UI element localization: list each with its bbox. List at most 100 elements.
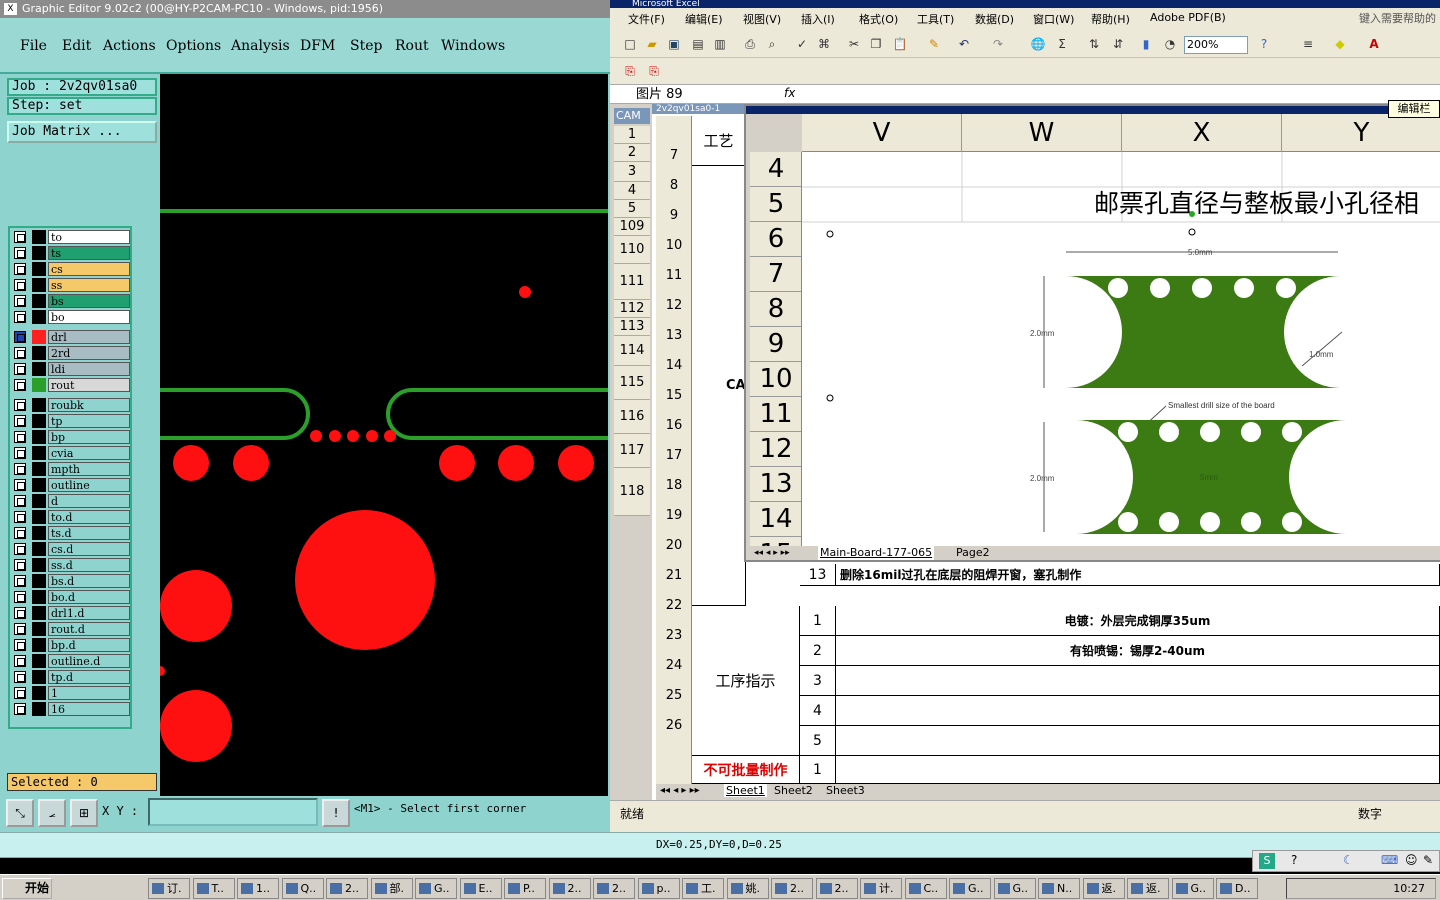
main-row-header[interactable]: 23 bbox=[656, 628, 692, 643]
tab-nav-arrows[interactable]: ◂◂ ◂ ▸ ▸▸ bbox=[660, 785, 700, 796]
taskbar-item[interactable]: T.. bbox=[192, 878, 235, 899]
tab-main-board[interactable]: Main-Board-177-065 bbox=[818, 546, 935, 560]
main-row-header[interactable]: 15 bbox=[656, 388, 692, 403]
drawing-icon[interactable]: ◔ bbox=[1162, 36, 1178, 52]
taskbar-item[interactable]: 订. bbox=[148, 878, 190, 899]
main-row-header[interactable]: 12 bbox=[656, 298, 692, 313]
inner-row-header[interactable]: 15 bbox=[750, 537, 801, 546]
font-color-icon[interactable]: A bbox=[1366, 36, 1382, 52]
name-box[interactable]: 图片 89 bbox=[612, 86, 732, 103]
main-row-header[interactable]: 8 bbox=[656, 178, 692, 193]
layer-name[interactable]: bs bbox=[48, 294, 130, 308]
cam-row-header[interactable]: 118 bbox=[614, 468, 650, 516]
format-painter-icon[interactable]: ✎ bbox=[926, 36, 942, 52]
ime-user-icon[interactable]: ☺ bbox=[1405, 853, 1418, 867]
layer-checkbox[interactable] bbox=[14, 431, 26, 443]
tab-sheet2[interactable]: Sheet2 bbox=[774, 784, 813, 797]
paste-icon[interactable]: 📋 bbox=[892, 36, 908, 52]
layer-checkbox[interactable] bbox=[14, 543, 26, 555]
layer-checkbox[interactable] bbox=[14, 263, 26, 275]
taskbar-item[interactable]: 2.. bbox=[815, 878, 858, 899]
layer-name[interactable]: outline bbox=[48, 478, 130, 492]
layer-color-swatch[interactable] bbox=[32, 574, 46, 588]
layer-color-swatch[interactable] bbox=[32, 446, 46, 460]
layer-row-drl1-d[interactable]: drl1.d bbox=[12, 606, 130, 620]
layer-checkbox[interactable] bbox=[14, 347, 26, 359]
proc-row-no[interactable]: 4 bbox=[800, 696, 836, 726]
layer-checkbox[interactable] bbox=[14, 379, 26, 391]
ime-keyboard-icon[interactable]: ⌨ bbox=[1381, 853, 1398, 867]
layer-name[interactable]: bo.d bbox=[48, 590, 130, 604]
layer-row-rout-d[interactable]: rout.d bbox=[12, 622, 130, 636]
layer-name[interactable]: 1 bbox=[48, 686, 130, 700]
spelling-icon[interactable]: ✓ bbox=[794, 36, 810, 52]
open-icon[interactable]: ▰ bbox=[644, 36, 660, 52]
xl-menu-data[interactable]: 数据(D) bbox=[975, 11, 1014, 27]
layer-row-to[interactable]: to bbox=[12, 230, 130, 244]
cam-row-header[interactable]: 112 bbox=[614, 300, 650, 318]
taskbar-item[interactable]: Q.. bbox=[281, 878, 324, 899]
cut-icon[interactable]: ✂ bbox=[846, 36, 862, 52]
layer-name[interactable]: tp.d bbox=[48, 670, 130, 684]
inner-row-header[interactable]: 4 bbox=[750, 152, 801, 187]
main-row-header[interactable]: 22 bbox=[656, 598, 692, 613]
cam-row-header[interactable]: 2 bbox=[614, 144, 650, 162]
taskbar-item[interactable]: D.. bbox=[1216, 878, 1258, 899]
layer-checkbox[interactable] bbox=[14, 479, 26, 491]
layer-name[interactable]: bo bbox=[48, 310, 130, 324]
no-batch-text[interactable] bbox=[836, 756, 1440, 784]
layer-name[interactable]: 2rd bbox=[48, 346, 130, 360]
cam-row-header[interactable]: 5 bbox=[614, 200, 650, 218]
layer-color-swatch[interactable] bbox=[32, 330, 46, 344]
col-w[interactable]: W bbox=[962, 114, 1122, 152]
autosum-icon[interactable]: Σ bbox=[1054, 36, 1070, 52]
menu-dfm[interactable]: DFM bbox=[300, 38, 335, 54]
fx-icon[interactable]: fx bbox=[784, 86, 795, 100]
layer-checkbox[interactable] bbox=[14, 463, 26, 475]
main-row-header[interactable]: 10 bbox=[656, 238, 692, 253]
taskbar-item[interactable]: 返. bbox=[1082, 878, 1125, 899]
layer-name[interactable]: rout bbox=[48, 378, 130, 392]
cam-row-header[interactable]: 3 bbox=[614, 162, 650, 182]
layer-color-swatch[interactable] bbox=[32, 606, 46, 620]
proc-row-no[interactable]: 3 bbox=[800, 666, 836, 696]
layer-color-swatch[interactable] bbox=[32, 398, 46, 412]
layer-checkbox[interactable] bbox=[14, 639, 26, 651]
layer-name[interactable]: roubk bbox=[48, 398, 130, 412]
layer-color-swatch[interactable] bbox=[32, 542, 46, 556]
job-matrix-button[interactable]: Job Matrix ... bbox=[7, 121, 157, 143]
new-icon[interactable]: □ bbox=[622, 36, 638, 52]
research-icon[interactable]: ⌘ bbox=[816, 36, 832, 52]
layer-name[interactable]: tp bbox=[48, 414, 130, 428]
zoom-select[interactable]: 200% bbox=[1184, 36, 1248, 54]
cam-row-header[interactable]: 115 bbox=[614, 366, 650, 400]
print-preview-icon[interactable]: ⌕ bbox=[764, 36, 780, 52]
grid-button[interactable]: ⊞ bbox=[70, 799, 98, 827]
layer-row-cs-d[interactable]: cs.d bbox=[12, 542, 130, 556]
layer-name[interactable]: bp.d bbox=[48, 638, 130, 652]
tab-sheet3[interactable]: Sheet3 bbox=[826, 784, 865, 797]
print-icon[interactable]: ⎙ bbox=[742, 36, 758, 52]
main-row-header[interactable]: 17 bbox=[656, 448, 692, 463]
xl-menu-window[interactable]: 窗口(W) bbox=[1033, 11, 1074, 27]
pdf-mail-icon[interactable]: ⎘ bbox=[646, 63, 662, 79]
layer-name[interactable]: mpth bbox=[48, 462, 130, 476]
taskbar-item[interactable]: G.. bbox=[415, 878, 457, 899]
xl-menu-help[interactable]: 帮助(H) bbox=[1091, 11, 1130, 27]
taskbar-item[interactable]: G.. bbox=[949, 878, 991, 899]
menu-step[interactable]: Step bbox=[350, 38, 382, 54]
main-row-header[interactable]: 13 bbox=[656, 328, 692, 343]
inner-grid[interactable]: 邮票孔直径与整板最小孔径相 5.0mm 2.0mm 1.0mm Smallest… bbox=[802, 152, 1440, 546]
layer-color-swatch[interactable] bbox=[32, 702, 46, 716]
layer-color-swatch[interactable] bbox=[32, 670, 46, 684]
layer-color-swatch[interactable] bbox=[32, 378, 46, 392]
proc-row-no[interactable]: 5 bbox=[800, 726, 836, 756]
layer-name[interactable]: ts bbox=[48, 246, 130, 260]
main-row-header[interactable]: 9 bbox=[656, 208, 692, 223]
taskbar-item[interactable]: 2.. bbox=[593, 878, 635, 899]
xl-menu-format[interactable]: 格式(O) bbox=[859, 11, 898, 27]
xl-menu-tools[interactable]: 工具(T) bbox=[917, 11, 954, 27]
taskbar-item[interactable]: 工. bbox=[682, 878, 724, 899]
cam-row-header[interactable]: 4 bbox=[614, 182, 650, 200]
xl-menu-file[interactable]: 文件(F) bbox=[628, 11, 665, 27]
